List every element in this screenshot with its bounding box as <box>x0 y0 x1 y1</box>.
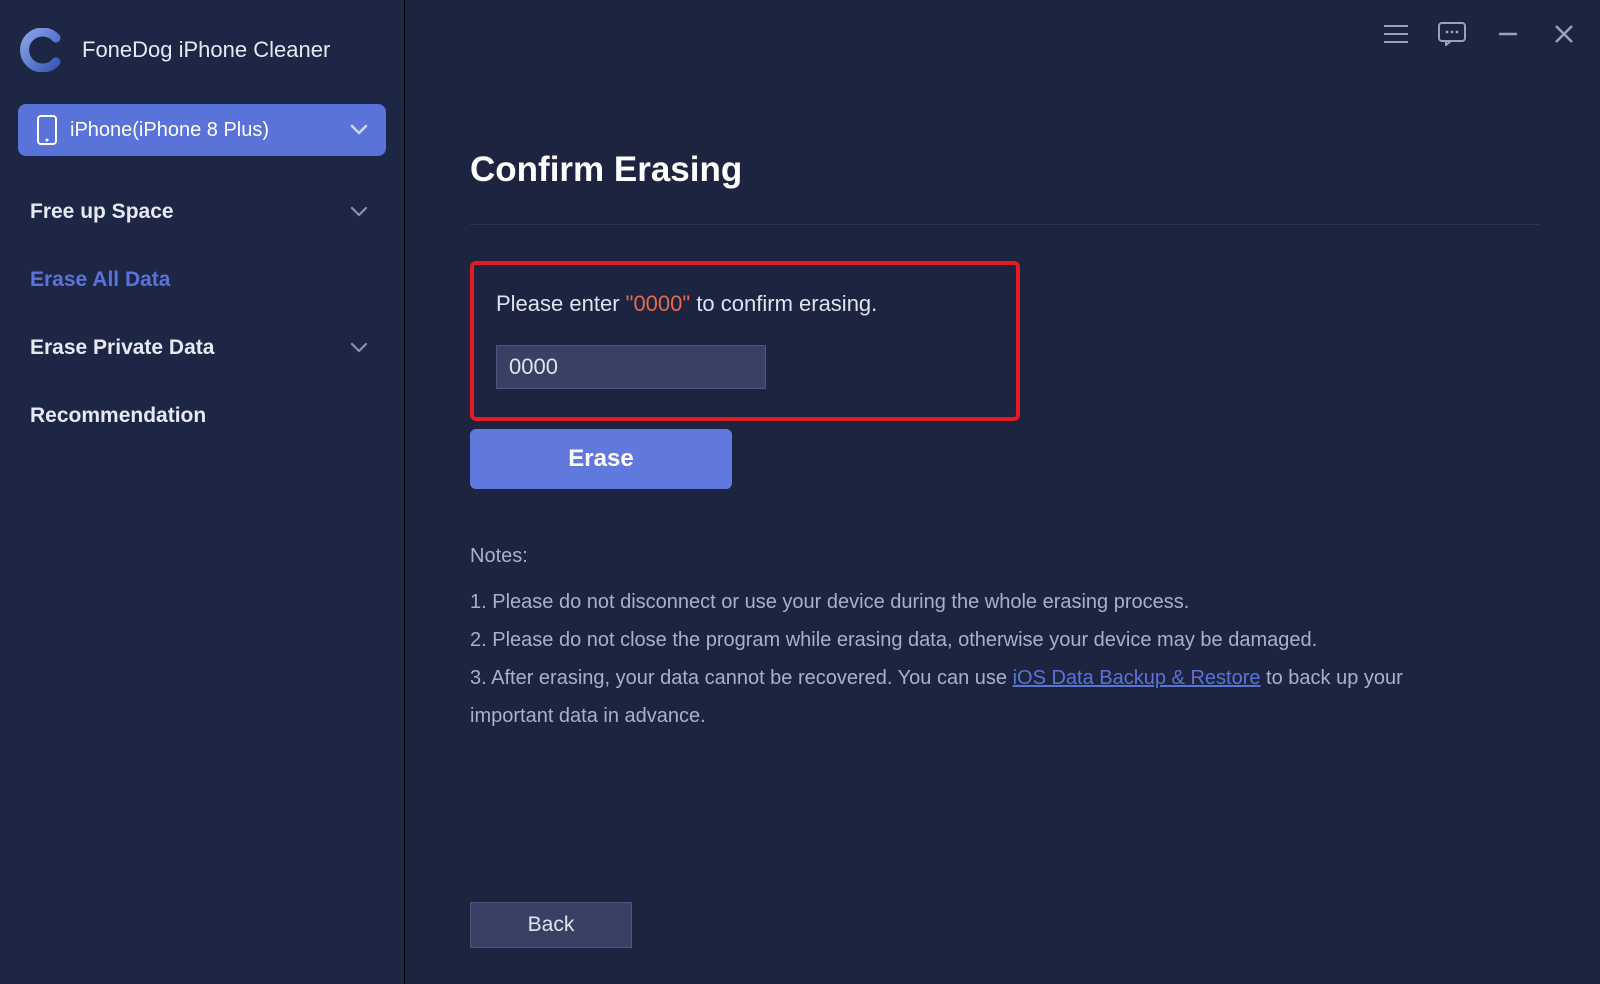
chevron-down-icon <box>350 206 368 218</box>
notes-heading: Notes: <box>470 537 1480 575</box>
content: Confirm Erasing Please enter "0000" to c… <box>405 0 1600 735</box>
prompt-suffix: to confirm erasing. <box>690 291 877 316</box>
prompt-prefix: Please enter <box>496 291 626 316</box>
nav-free-up-space[interactable]: Free up Space <box>0 178 404 246</box>
device-select[interactable]: iPhone(iPhone 8 Plus) <box>18 104 386 156</box>
notes-section: Notes: 1. Please do not disconnect or us… <box>470 537 1480 735</box>
ios-backup-link[interactable]: iOS Data Backup & Restore <box>1013 667 1261 689</box>
prompt-code: "0000" <box>626 291 691 316</box>
brand-logo-icon <box>20 28 64 72</box>
brand-row: FoneDog iPhone Cleaner <box>0 12 404 98</box>
confirm-prompt: Please enter "0000" to confirm erasing. <box>496 291 994 317</box>
nav-label: Erase Private Data <box>30 336 214 360</box>
divider <box>470 224 1540 225</box>
chevron-down-icon <box>350 342 368 354</box>
page-title: Confirm Erasing <box>470 150 1540 190</box>
nav-label: Recommendation <box>30 404 206 428</box>
confirm-box-highlight: Please enter "0000" to confirm erasing. <box>470 261 1020 421</box>
phone-icon <box>36 115 58 145</box>
nav-erase-private-data[interactable]: Erase Private Data <box>0 314 404 382</box>
back-button[interactable]: Back <box>470 902 632 948</box>
confirm-code-input[interactable] <box>496 345 766 389</box>
note-2: 2. Please do not close the program while… <box>470 621 1480 659</box>
chevron-down-icon <box>350 124 368 136</box>
main-area: Confirm Erasing Please enter "0000" to c… <box>405 0 1600 984</box>
note-3: 3. After erasing, your data cannot be re… <box>470 659 1480 735</box>
minimize-icon[interactable] <box>1494 20 1522 48</box>
note-3-prefix: 3. After erasing, your data cannot be re… <box>470 667 1013 689</box>
erase-button[interactable]: Erase <box>470 429 732 489</box>
feedback-icon[interactable] <box>1438 20 1466 48</box>
menu-icon[interactable] <box>1382 20 1410 48</box>
nav-label: Free up Space <box>30 200 174 224</box>
device-label: iPhone(iPhone 8 Plus) <box>70 119 269 142</box>
close-icon[interactable] <box>1550 20 1578 48</box>
brand-title: FoneDog iPhone Cleaner <box>82 37 330 63</box>
note-1: 1. Please do not disconnect or use your … <box>470 583 1480 621</box>
nav-label: Erase All Data <box>30 268 170 292</box>
nav-erase-all-data[interactable]: Erase All Data <box>0 246 404 314</box>
titlebar-controls <box>1382 20 1578 48</box>
nav-recommendation[interactable]: Recommendation <box>0 382 404 450</box>
sidebar: FoneDog iPhone Cleaner iPhone(iPhone 8 P… <box>0 0 405 984</box>
